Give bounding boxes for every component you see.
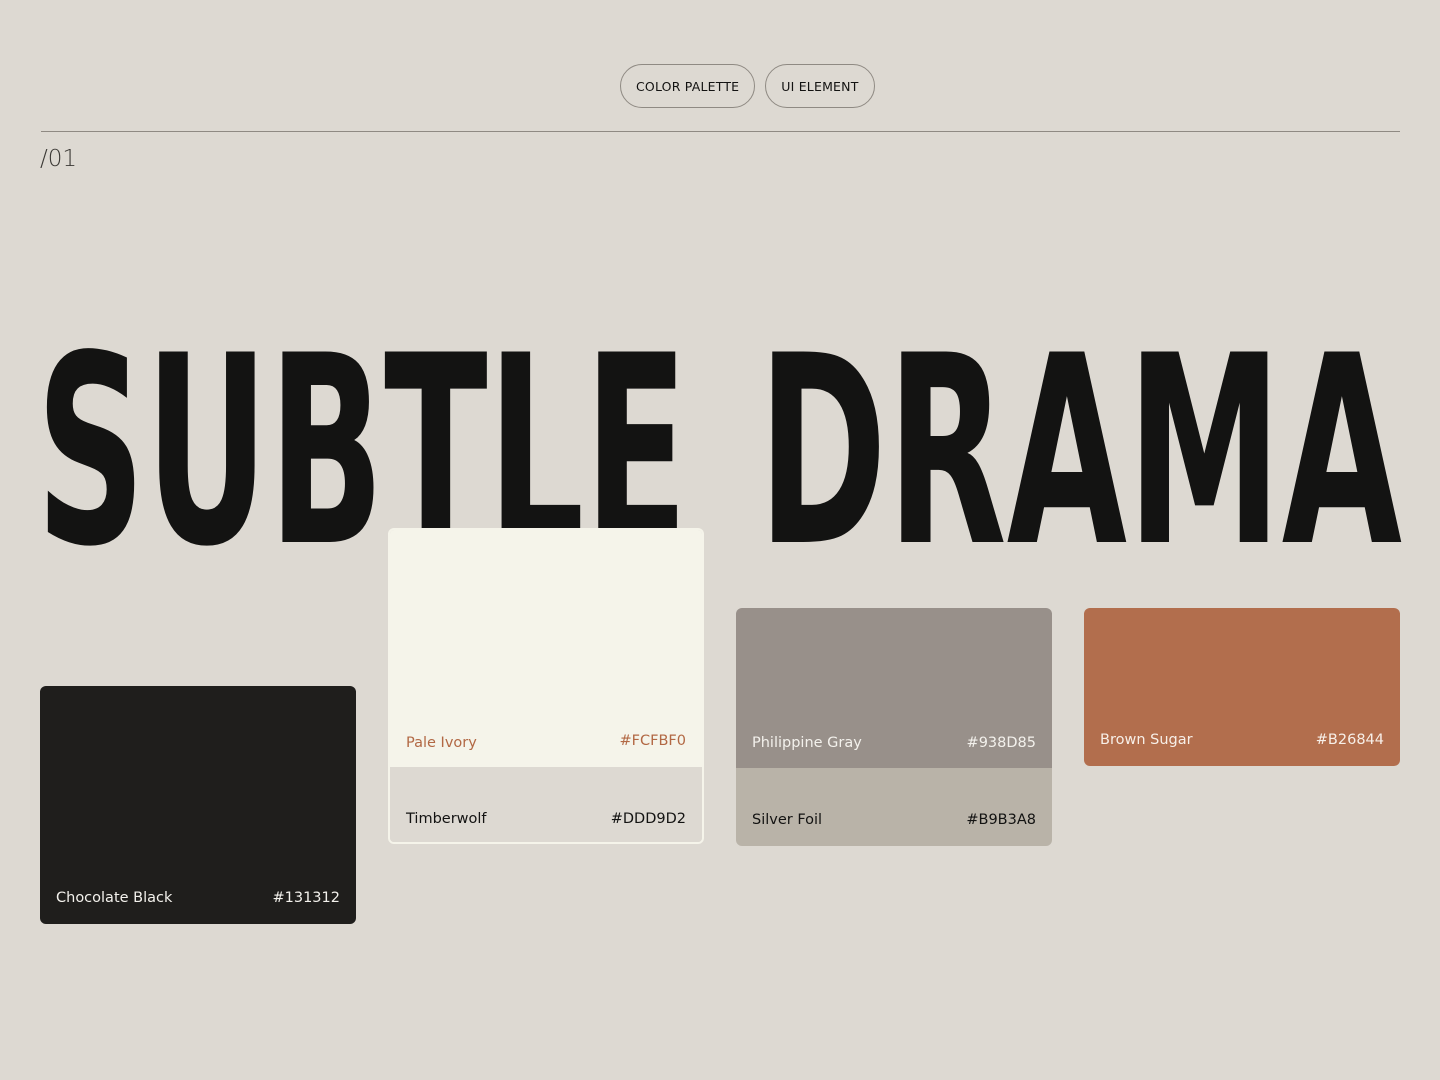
swatch-hex: #B9B3A8 (966, 812, 1036, 828)
swatch-card-brown-sugar: Brown Sugar #B26844 (1084, 608, 1400, 766)
swatch-philippine-gray: Philippine Gray #938D85 (736, 608, 1052, 768)
swatch-name: Brown Sugar (1100, 732, 1193, 748)
swatch-name: Silver Foil (752, 812, 823, 828)
tag-row: COLOR PALETTE UI ELEMENT (620, 64, 875, 108)
swatch-pale-ivory: Pale Ivory #FCFBF0 (390, 530, 702, 767)
swatch-hex: #131312 (272, 890, 340, 906)
swatch-hex: #DDD9D2 (610, 811, 686, 827)
ui-element-tag[interactable]: UI ELEMENT (765, 64, 875, 108)
swatch-name: Chocolate Black (56, 890, 173, 906)
swatch-card-chocolate-black: Chocolate Black #131312 (40, 686, 356, 924)
swatch-name: Philippine Gray (752, 735, 862, 751)
swatch-name: Pale Ivory (406, 735, 477, 751)
swatch-hex: #938D85 (966, 735, 1036, 751)
swatch-hex: #B26844 (1315, 732, 1384, 748)
section-number: /01 (40, 146, 78, 172)
header-divider (41, 131, 1400, 132)
swatch-card-philippine-gray: Philippine Gray #938D85 Silver Foil #B9B… (736, 608, 1052, 846)
swatch-brown-sugar: Brown Sugar #B26844 (1084, 608, 1400, 766)
headline-word-drama: DRAMA (758, 300, 1402, 604)
ui-element-tag-label: UI ELEMENT (781, 78, 859, 94)
swatch-name: Timberwolf (406, 811, 487, 827)
swatch-chocolate-black: Chocolate Black #131312 (40, 686, 356, 924)
swatch-hex: #FCFBF0 (619, 733, 686, 749)
color-palette-tag[interactable]: COLOR PALETTE (620, 64, 756, 108)
swatch-card-pale-ivory: Pale Ivory #FCFBF0 Timberwolf #DDD9D2 (388, 528, 704, 844)
color-palette-tag-label: COLOR PALETTE (636, 78, 740, 94)
swatch-timberwolf: Timberwolf #DDD9D2 (390, 767, 702, 842)
swatch-silver-foil: Silver Foil #B9B3A8 (736, 768, 1052, 846)
